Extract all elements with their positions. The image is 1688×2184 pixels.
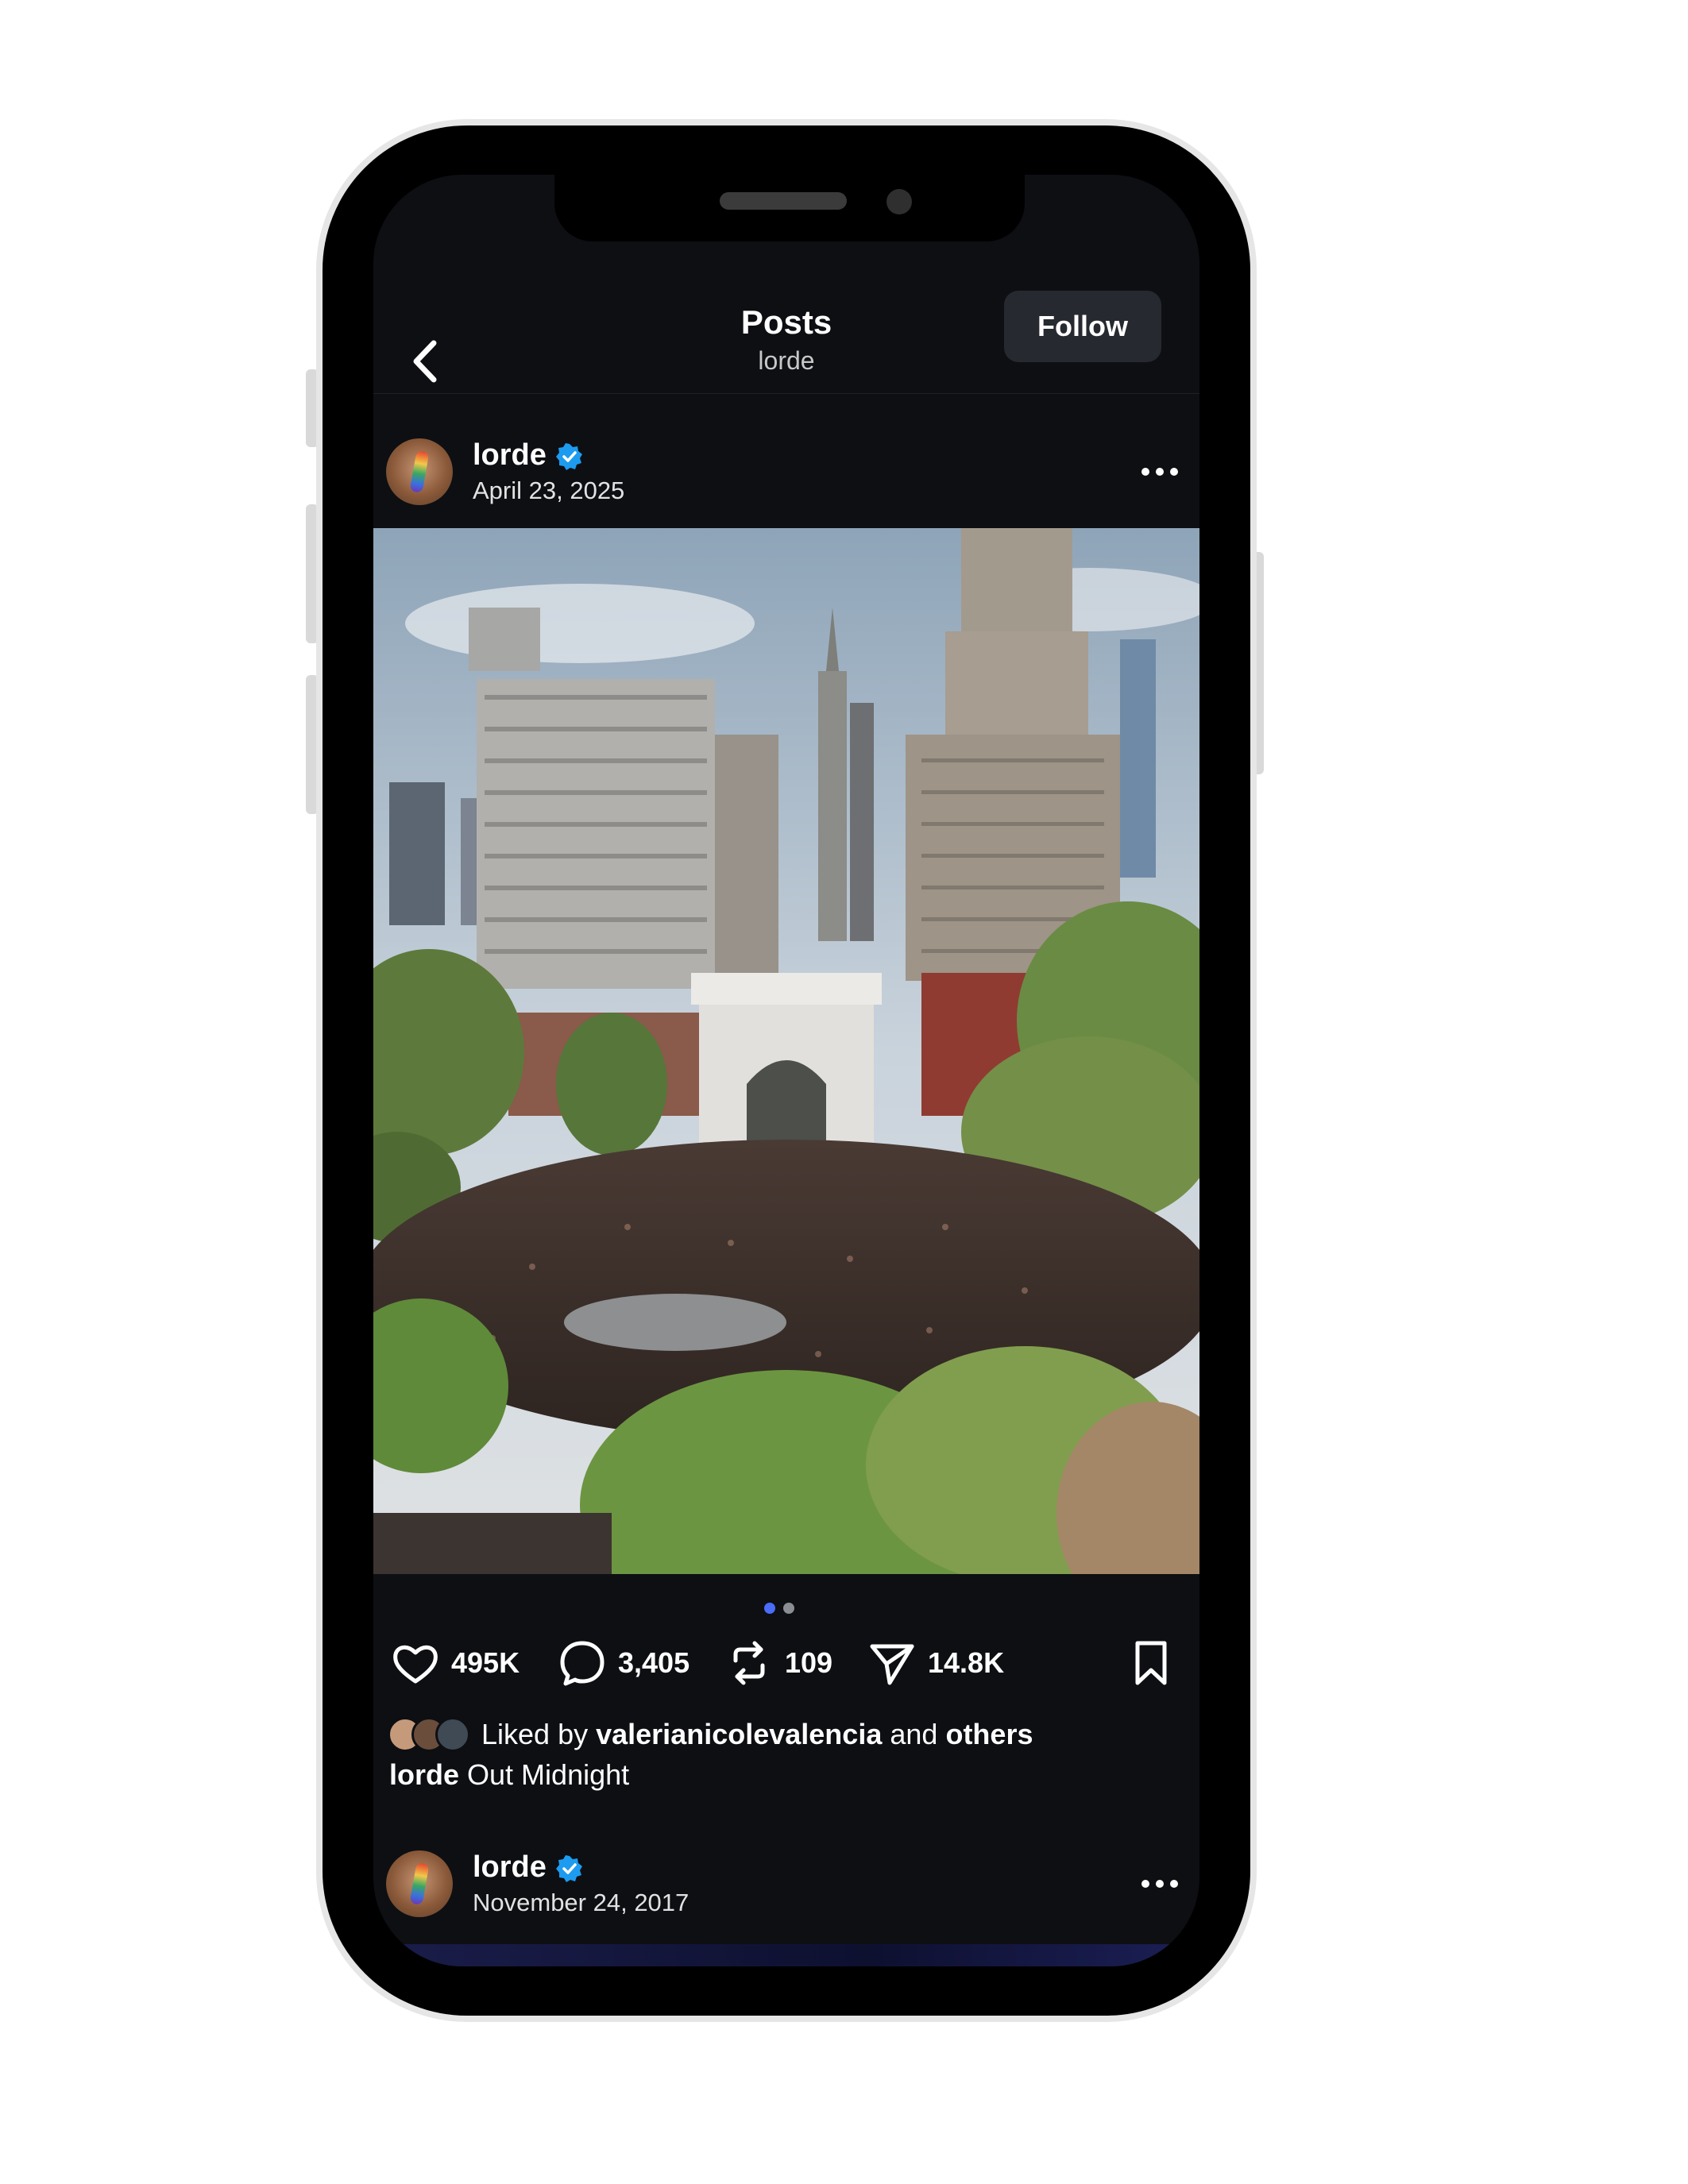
repost-icon <box>733 1641 765 1685</box>
comment-button[interactable]: 3,405 <box>558 1631 689 1695</box>
liked-by-others[interactable]: others <box>945 1718 1033 1751</box>
next-post-header: lorde November 24, 2017 <box>373 1850 1199 1930</box>
share-icon <box>870 1644 914 1685</box>
caption-username[interactable]: lorde <box>389 1758 459 1791</box>
post-image[interactable] <box>373 528 1199 1574</box>
post-username[interactable]: lorde <box>473 438 547 473</box>
caption-text: Out Midnight <box>467 1758 630 1791</box>
post-date: April 23, 2025 <box>473 477 625 504</box>
carousel-dot-active <box>764 1603 775 1614</box>
more-icon <box>1141 468 1178 476</box>
like-count: 495K <box>451 1646 520 1679</box>
share-button[interactable]: 14.8K <box>867 1631 1004 1695</box>
bookmark-button[interactable] <box>1126 1631 1176 1695</box>
front-camera <box>886 189 912 214</box>
carousel-indicator <box>764 1603 802 1618</box>
carousel-dot <box>783 1603 794 1614</box>
like-button[interactable]: 495K <box>391 1631 520 1695</box>
repost-button[interactable]: 109 <box>724 1631 832 1695</box>
heart-icon <box>393 1645 438 1684</box>
follow-button[interactable]: Follow <box>1004 291 1161 362</box>
next-post-image-edge <box>373 1944 1199 1966</box>
app-screen: Posts lorde Follow lorde April 23, 2025 <box>373 175 1199 1966</box>
phone-notch <box>554 175 1025 241</box>
post-username[interactable]: lorde <box>473 1850 547 1885</box>
more-options-button[interactable] <box>1136 456 1184 488</box>
bookmark-icon <box>1135 1641 1167 1685</box>
avatar[interactable] <box>386 1850 453 1917</box>
liked-by-user[interactable]: valerianicolevalencia <box>596 1718 882 1751</box>
post-date: November 24, 2017 <box>473 1889 689 1916</box>
liked-by-row[interactable]: Liked by valerianicolevalencia and other… <box>388 1711 1033 1758</box>
liked-by-and: and <box>890 1718 938 1750</box>
liked-by-prefix: Liked by <box>481 1718 589 1750</box>
more-icon <box>1141 1880 1178 1888</box>
post-header: lorde April 23, 2025 <box>373 438 1199 518</box>
verified-icon <box>556 1855 582 1882</box>
post-actions: 495K 3,405 109 14.8K <box>373 1631 1199 1711</box>
avatar[interactable] <box>386 438 453 505</box>
verified-icon <box>556 443 582 470</box>
share-count: 14.8K <box>928 1646 1005 1679</box>
speaker-grille <box>720 192 847 210</box>
repost-count: 109 <box>785 1646 833 1679</box>
liker-avatar <box>435 1717 470 1752</box>
more-options-button[interactable] <box>1136 1868 1184 1900</box>
comment-count: 3,405 <box>618 1646 690 1679</box>
post-caption: lorde Out Midnight <box>389 1758 629 1792</box>
comment-icon <box>560 1641 605 1686</box>
